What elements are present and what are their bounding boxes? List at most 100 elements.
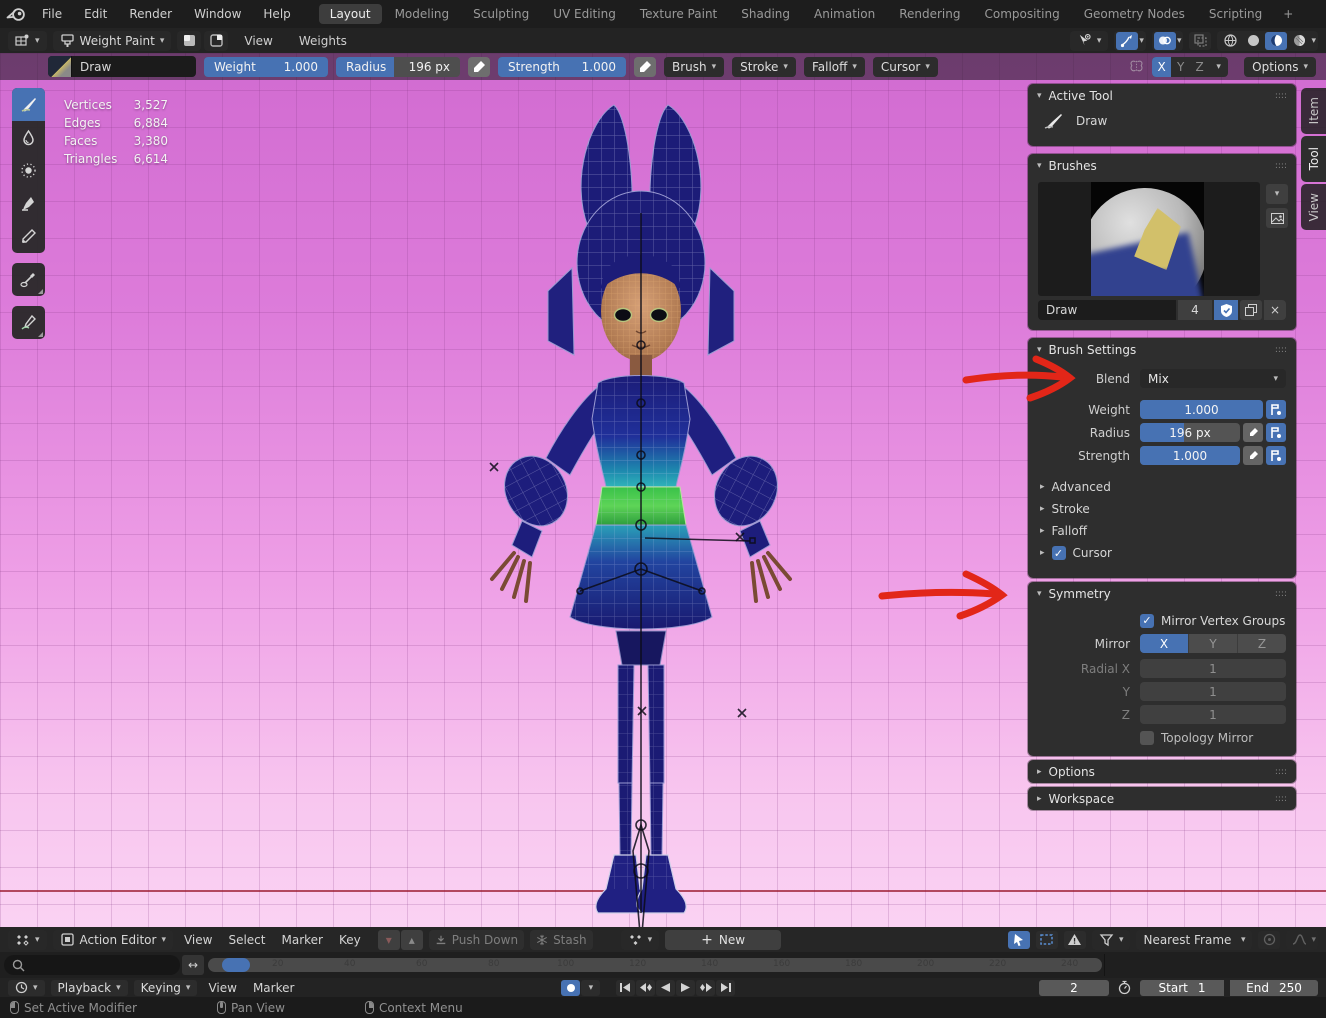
- tool-gradient-button[interactable]: [12, 220, 45, 253]
- expand-icon[interactable]: ▸: [1037, 767, 1042, 777]
- filter-button[interactable]: ▾: [1092, 930, 1131, 950]
- dope-menu-view[interactable]: View: [179, 933, 217, 947]
- add-workspace-button[interactable]: +: [1275, 5, 1301, 23]
- keying-dropdown[interactable]: Keying▾: [134, 980, 198, 996]
- fake-user-shield-button[interactable]: [1214, 300, 1238, 320]
- collapse-icon[interactable]: ▾: [1037, 161, 1042, 171]
- proportional-edit-toggle[interactable]: [1258, 931, 1280, 949]
- gizmo-dropdown[interactable]: ▾: [1139, 36, 1144, 46]
- brush-preview[interactable]: [1038, 182, 1260, 296]
- mirror-dropdown[interactable]: ▾: [1209, 57, 1228, 77]
- workspace-tab-rendering[interactable]: Rendering: [888, 4, 971, 24]
- workspace-tab-uv-editing[interactable]: UV Editing: [542, 4, 627, 24]
- brush-users-count[interactable]: 4: [1178, 300, 1212, 320]
- workspace-tab-shading[interactable]: Shading: [730, 4, 801, 24]
- options-dropdown[interactable]: Options▾: [1244, 57, 1316, 77]
- sidebar-tab-view[interactable]: View: [1301, 184, 1326, 230]
- brush-image-button[interactable]: [1266, 208, 1288, 228]
- shading-wireframe-button[interactable]: [1219, 32, 1241, 50]
- cursor-dropdown[interactable]: Cursor▾: [873, 57, 938, 77]
- panel-grip[interactable]: ::::: [1275, 161, 1287, 171]
- tool-annotate-button[interactable]: [12, 306, 45, 339]
- timeline-menu-view[interactable]: View: [203, 981, 241, 995]
- mode-dropdown[interactable]: Weight Paint ▾: [53, 31, 172, 51]
- panel-grip[interactable]: ::::: [1275, 767, 1287, 777]
- auto-keying-dropdown[interactable]: ▾: [581, 980, 600, 996]
- channel-search-input[interactable]: [4, 955, 180, 975]
- move-down-button[interactable]: ▾: [378, 930, 400, 950]
- strength-decorator[interactable]: [1266, 446, 1286, 465]
- mirror-y-toggle[interactable]: Y: [1171, 57, 1190, 77]
- panel-grip[interactable]: ::::: [1275, 345, 1287, 355]
- shading-rendered-button[interactable]: [1288, 32, 1310, 50]
- play-button[interactable]: [676, 980, 695, 996]
- workspace-tab-texture-paint[interactable]: Texture Paint: [629, 4, 728, 24]
- weight-slider[interactable]: Weight1.000: [204, 57, 328, 77]
- action-id-icon-button[interactable]: ▾: [621, 930, 660, 950]
- symmetry-x-toggle[interactable]: X: [1140, 634, 1189, 653]
- panel-grip[interactable]: ::::: [1275, 91, 1287, 101]
- strength-slider[interactable]: Strength1.000: [498, 57, 626, 77]
- sidebar-tab-item[interactable]: Item: [1301, 88, 1326, 134]
- current-frame-field[interactable]: 2: [1039, 980, 1109, 996]
- stash-button[interactable]: Stash: [530, 930, 593, 950]
- tweak-select-button[interactable]: [1008, 931, 1030, 949]
- panel-grip[interactable]: ::::: [1275, 794, 1287, 804]
- radius-pressure-toggle[interactable]: [1243, 423, 1263, 442]
- dope-menu-key[interactable]: Key: [334, 933, 366, 947]
- duplicate-brush-button[interactable]: [1240, 300, 1262, 320]
- tool-average-button[interactable]: [12, 154, 45, 187]
- xray-toggle[interactable]: [1189, 32, 1211, 50]
- workspace-tab-animation[interactable]: Animation: [803, 4, 886, 24]
- radius-pressure-toggle[interactable]: [468, 57, 490, 77]
- weight-slider[interactable]: 1.000: [1140, 400, 1263, 419]
- menu-weights[interactable]: Weights: [289, 31, 357, 51]
- subpanel-stroke[interactable]: ▸Stroke: [1028, 498, 1296, 520]
- collapse-icon[interactable]: ▾: [1037, 345, 1042, 355]
- shading-dropdown[interactable]: ▾: [1311, 36, 1316, 46]
- jump-to-end-button[interactable]: [716, 980, 735, 996]
- tool-smear-button[interactable]: [12, 187, 45, 220]
- menu-window[interactable]: Window: [184, 4, 251, 24]
- radius-slider[interactable]: Radius196 px: [336, 57, 460, 77]
- workspace-tab-scripting[interactable]: Scripting: [1198, 4, 1273, 24]
- character-model[interactable]: [420, 83, 860, 927]
- blender-logo-icon[interactable]: [6, 5, 26, 23]
- radius-slider[interactable]: 196 px: [1140, 423, 1240, 442]
- symmetry-y-toggle[interactable]: Y: [1189, 634, 1238, 653]
- stopwatch-icon[interactable]: [1117, 980, 1132, 995]
- timeline-menu-marker[interactable]: Marker: [248, 981, 299, 995]
- dopesheet-editor-type-button[interactable]: ▾: [8, 930, 47, 950]
- menu-help[interactable]: Help: [253, 4, 300, 24]
- brush-dropdown[interactable]: Brush▾: [664, 57, 724, 77]
- menu-render[interactable]: Render: [119, 4, 182, 24]
- radial-y-field[interactable]: 1: [1140, 682, 1286, 701]
- strength-pressure-toggle[interactable]: [1243, 446, 1263, 465]
- face-select-mask-toggle[interactable]: [177, 31, 201, 51]
- next-keyframe-button[interactable]: [696, 980, 715, 996]
- brush-select-dropdown[interactable]: ▾: [1266, 184, 1288, 204]
- menu-edit[interactable]: Edit: [74, 4, 117, 24]
- symmetry-z-toggle[interactable]: Z: [1238, 634, 1286, 653]
- topology-mirror-checkbox[interactable]: [1140, 731, 1154, 745]
- radial-x-field[interactable]: 1: [1140, 659, 1286, 678]
- menu-file[interactable]: File: [32, 4, 72, 24]
- shading-material-preview-button[interactable]: [1265, 32, 1287, 50]
- mirror-z-toggle[interactable]: Z: [1190, 57, 1209, 77]
- overlays-dropdown[interactable]: ▾: [1177, 36, 1182, 46]
- show-gizmo-visibility-dropdown[interactable]: ▾: [1070, 31, 1109, 51]
- shading-solid-button[interactable]: [1242, 32, 1264, 50]
- dope-menu-marker[interactable]: Marker: [277, 933, 328, 947]
- radius-decorator[interactable]: [1266, 423, 1286, 442]
- auto-keying-toggle[interactable]: [561, 980, 580, 996]
- mirror-x-toggle[interactable]: X: [1152, 57, 1171, 77]
- unlink-brush-button[interactable]: ×: [1264, 300, 1286, 320]
- play-reverse-button[interactable]: [656, 980, 675, 996]
- action-editor-mode-dropdown[interactable]: Action Editor ▾: [53, 930, 173, 950]
- workspace-tab-geometry-nodes[interactable]: Geometry Nodes: [1073, 4, 1196, 24]
- proportional-falloff-icon[interactable]: [1288, 931, 1310, 949]
- show-overlays-toggle[interactable]: [1154, 32, 1176, 50]
- timeline-editor-type-button[interactable]: ▾: [8, 980, 45, 996]
- tool-sample-weight-button[interactable]: [12, 263, 45, 296]
- strength-pressure-toggle[interactable]: [634, 57, 656, 77]
